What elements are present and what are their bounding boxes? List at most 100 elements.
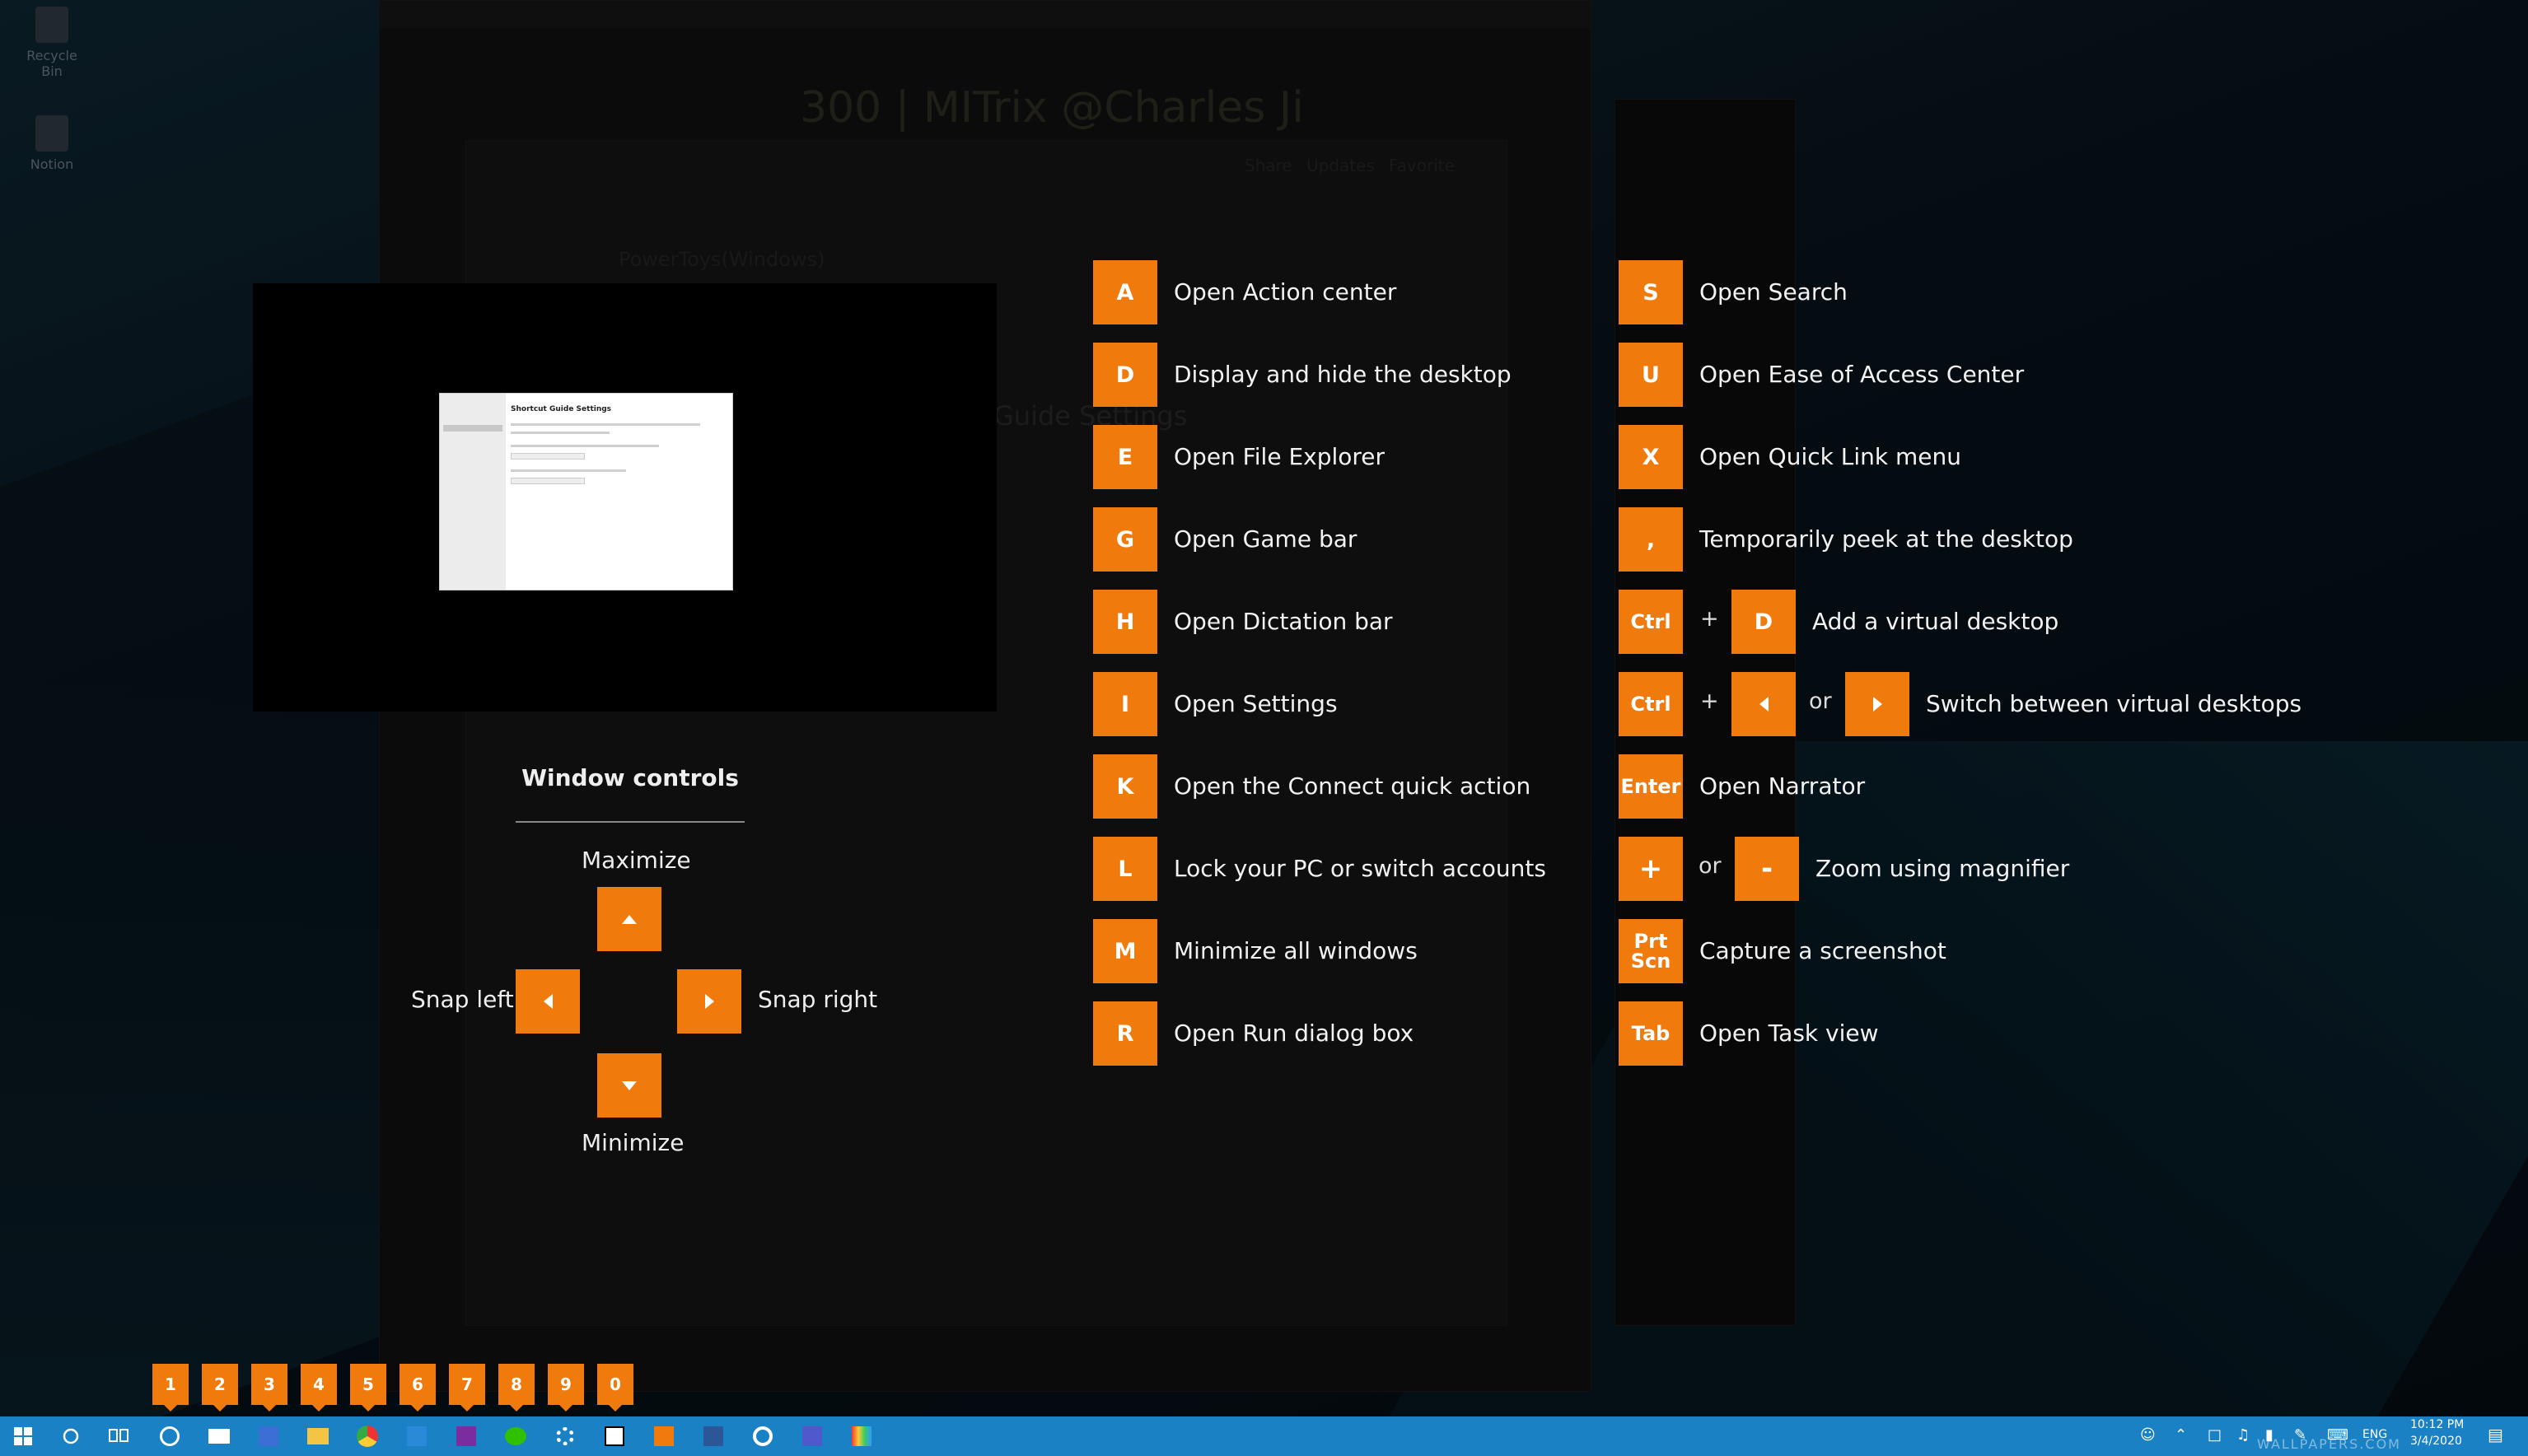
taskbar-app-mail-search[interactable] xyxy=(157,1423,183,1449)
wechat-icon xyxy=(505,1427,526,1445)
search-button[interactable] xyxy=(58,1423,84,1449)
minimize-label: Minimize xyxy=(582,1129,685,1156)
key-enter: Enter xyxy=(1619,754,1683,819)
taskbar-number-badge: 6 xyxy=(400,1364,436,1412)
taskbar-app-powertoys[interactable] xyxy=(848,1423,875,1449)
thumbnail-line xyxy=(511,432,610,434)
thumbnail-line xyxy=(511,423,700,426)
arrow-down-key xyxy=(597,1053,661,1118)
taskbar-app-edge[interactable] xyxy=(750,1423,776,1449)
taskbar-number-badge: 9 xyxy=(548,1364,584,1412)
key-l: L xyxy=(1093,837,1157,901)
thumbnail-sidebar xyxy=(440,394,506,590)
window-controls-title: Window controls xyxy=(521,764,739,791)
arrow-right-key xyxy=(677,969,741,1034)
taskbar-app-orange[interactable] xyxy=(651,1423,677,1449)
arrow-right-icon xyxy=(1872,697,1882,712)
key-minus: - xyxy=(1735,837,1799,901)
window-thumbnail: Shortcut Guide Settings xyxy=(439,393,733,590)
plus-joiner: + xyxy=(1700,606,1719,632)
volume-icon[interactable]: ♫ xyxy=(2236,1426,2250,1444)
taskbar-app-notion[interactable] xyxy=(601,1423,628,1449)
mail-search-icon xyxy=(160,1426,180,1446)
clock-time[interactable]: 10:12 PM xyxy=(2410,1418,2464,1431)
word-icon xyxy=(703,1426,723,1446)
thumbnail-input xyxy=(511,478,585,484)
task-view-button[interactable] xyxy=(105,1423,132,1449)
taskbar-app-wechat[interactable] xyxy=(502,1423,529,1449)
powertoys-icon xyxy=(852,1426,871,1446)
key-plus: + xyxy=(1619,837,1683,901)
notification-center-icon[interactable]: ▤ xyxy=(2488,1425,2503,1444)
taskbar-app-vscode[interactable] xyxy=(404,1423,430,1449)
wallpaper-watermark: WALLPAPERS.COM xyxy=(2257,1436,2401,1452)
key-x: X xyxy=(1619,425,1683,489)
shortcut-description: Switch between virtual desktops xyxy=(1926,690,2302,717)
arrow-up-key xyxy=(597,887,661,951)
window-controls-divider xyxy=(516,821,745,823)
taskbar-app-onenote[interactable] xyxy=(453,1423,479,1449)
taskbar-number-badge: 8 xyxy=(498,1364,535,1412)
windows-logo-icon xyxy=(14,1427,32,1445)
key-ctrl: Ctrl xyxy=(1619,672,1683,736)
key-d-combo: D xyxy=(1731,590,1796,654)
snap-left-label: Snap left xyxy=(411,986,514,1013)
network-icon[interactable]: □ xyxy=(2208,1426,2222,1444)
shortcut-description: Lock your PC or switch accounts xyxy=(1174,855,1546,882)
teams-icon xyxy=(802,1426,822,1446)
taskbar-app-chrome[interactable] xyxy=(354,1423,381,1449)
arrow-left-icon xyxy=(543,994,553,1009)
taskbar-app-calendar[interactable] xyxy=(255,1423,282,1449)
taskbar-app-word[interactable] xyxy=(700,1423,727,1449)
snap-right-label: Snap right xyxy=(758,986,878,1013)
arrow-down-icon xyxy=(622,1080,637,1090)
shortcut-description: Open Run dialog box xyxy=(1174,1020,1414,1047)
shortcut-description: Open Settings xyxy=(1174,690,1338,717)
arrow-up-icon xyxy=(622,914,637,924)
file-explorer-icon xyxy=(307,1428,329,1444)
shortcut-description: Zoom using magnifier xyxy=(1815,855,2070,882)
or-joiner: or xyxy=(1809,688,1832,714)
shortcut-description: Temporarily peek at the desktop xyxy=(1699,525,2073,553)
key-g: G xyxy=(1093,507,1157,572)
key-tab: Tab xyxy=(1619,1001,1683,1066)
vscode-icon xyxy=(407,1426,427,1446)
window-preview-panel: Shortcut Guide Settings xyxy=(253,283,997,712)
arrow-right-icon xyxy=(704,994,714,1009)
app-icon xyxy=(654,1426,674,1446)
plus-joiner: + xyxy=(1700,688,1719,714)
maximize-label: Maximize xyxy=(582,847,691,874)
key-a: A xyxy=(1093,260,1157,324)
shortcut-description: Open Action center xyxy=(1174,278,1397,306)
shortcut-description: Display and hide the desktop xyxy=(1174,361,1512,388)
taskbar-app-teams[interactable] xyxy=(799,1423,825,1449)
people-icon[interactable]: ☺ xyxy=(2140,1426,2156,1444)
taskbar-app-mail[interactable] xyxy=(206,1423,232,1449)
settings-icon xyxy=(556,1427,574,1445)
shortcut-description: Open Game bar xyxy=(1174,525,1357,553)
shortcut-description: Open File Explorer xyxy=(1174,443,1385,470)
key-r: R xyxy=(1093,1001,1157,1066)
taskbar-app-settings[interactable] xyxy=(552,1423,578,1449)
onenote-icon xyxy=(456,1426,476,1446)
or-joiner: or xyxy=(1699,853,1722,879)
show-hidden-icons-chevron-icon[interactable]: ⌃ xyxy=(2175,1426,2187,1444)
notion-icon xyxy=(605,1426,624,1446)
clock-date[interactable]: 3/4/2020 xyxy=(2410,1435,2462,1448)
taskbar-number-badge: 1 xyxy=(152,1364,189,1412)
start-button[interactable] xyxy=(10,1423,36,1449)
key-d: D xyxy=(1093,343,1157,407)
taskbar-number-badge: 3 xyxy=(251,1364,287,1412)
taskbar-number-badge: 5 xyxy=(350,1364,386,1412)
task-view-icon xyxy=(109,1429,129,1442)
key-e: E xyxy=(1093,425,1157,489)
taskbar-number-badge: 7 xyxy=(449,1364,485,1412)
arrow-left-icon xyxy=(1759,697,1769,712)
calendar-icon xyxy=(259,1426,278,1446)
thumbnail-line xyxy=(511,445,659,447)
chrome-icon xyxy=(357,1426,378,1447)
key-s: S xyxy=(1619,260,1683,324)
thumbnail-title: Shortcut Guide Settings xyxy=(511,405,612,413)
taskbar-app-file-explorer[interactable] xyxy=(305,1423,331,1449)
cortana-icon xyxy=(63,1428,79,1444)
